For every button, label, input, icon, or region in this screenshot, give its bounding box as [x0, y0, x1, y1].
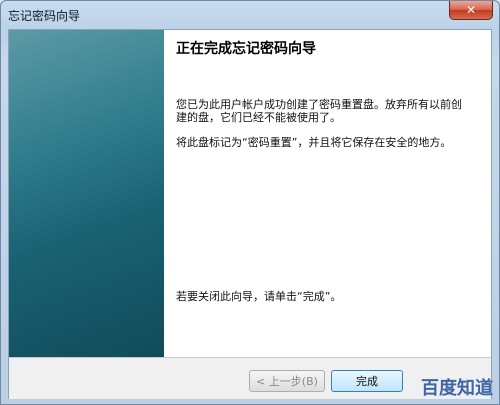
window-title: 忘记密码向导 [8, 9, 81, 23]
baidu-zhidao-watermark: 百度知道 [421, 378, 493, 399]
completion-message: 您已为此用户帐户成功创建了密码重置盘。放弃所有以前创建的盘，它们已经不能被使用了… [176, 98, 462, 124]
wizard-side-banner [9, 30, 164, 357]
wizard-client-area: 正在完成忘记密码向导 您已为此用户帐户成功创建了密码重置盘。放弃所有以前创建的盘… [8, 29, 492, 399]
storage-instruction: 将此盘标记为“密码重置”，并且将它保存在安全的地方。 [176, 136, 452, 149]
wizard-heading: 正在完成忘记密码向导 [176, 41, 316, 57]
wizard-window: 忘记密码向导 ✕ 正在完成忘记密码向导 您已为此用户帐户成功创建了密码重置盘。放… [0, 0, 500, 405]
title-bar[interactable]: 忘记密码向导 ✕ [1, 1, 499, 29]
close-icon: ✕ [465, 3, 477, 17]
back-button[interactable]: < 上一步(B) [249, 370, 325, 392]
wizard-content-panel: 正在完成忘记密码向导 您已为此用户帐户成功创建了密码重置盘。放弃所有以前创建的盘… [164, 30, 491, 357]
close-instruction: 若要关闭此向导，请单击“完成”。 [176, 290, 342, 303]
wizard-button-bar: < 上一步(B) 完成 [9, 357, 491, 399]
close-button[interactable]: ✕ [449, 1, 493, 20]
finish-button[interactable]: 完成 [331, 370, 403, 392]
